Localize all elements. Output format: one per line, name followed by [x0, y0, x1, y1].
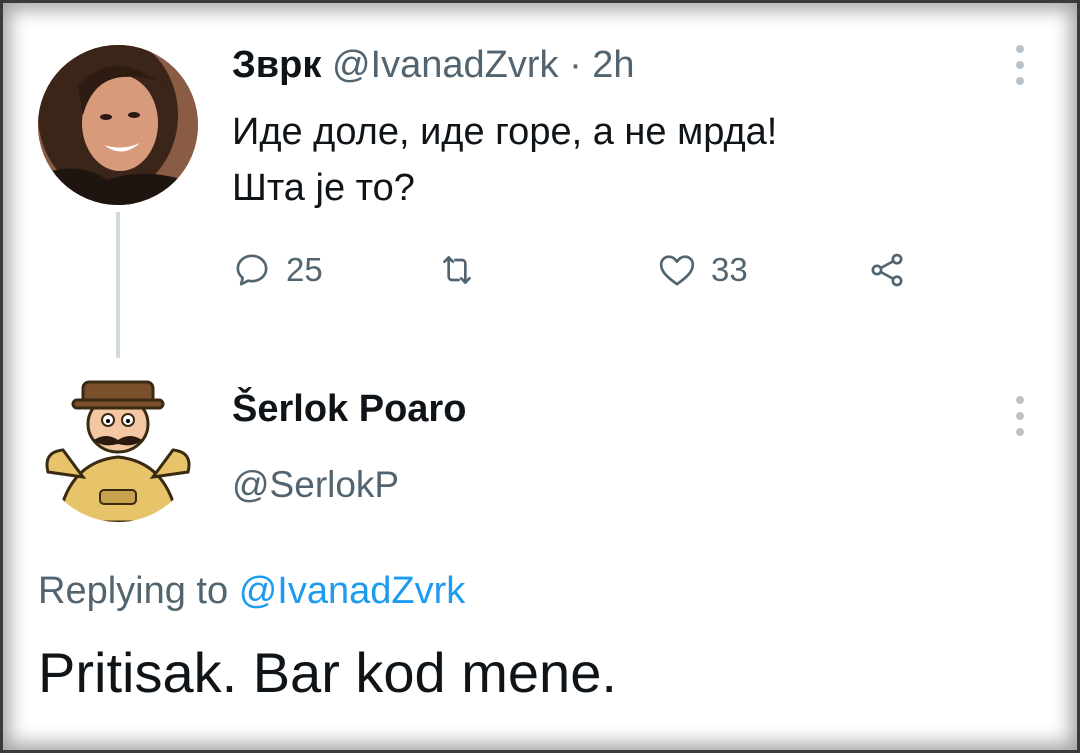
retweet-button[interactable]: [437, 250, 477, 290]
avatar-serlokp[interactable]: [38, 362, 198, 522]
more-vertical-icon[interactable]: [1016, 45, 1024, 93]
reply-author-name[interactable]: Šerlok Poaro: [232, 388, 466, 431]
heart-icon: [657, 250, 697, 290]
author-handle[interactable]: @IvanadZvrk: [332, 44, 559, 86]
reply-author-handle[interactable]: @SerlokP: [232, 464, 399, 506]
reply-text: Pritisak. Bar kod mene.: [38, 641, 617, 704]
reply-button[interactable]: 25: [232, 250, 323, 290]
like-button[interactable]: 33: [657, 250, 748, 290]
replying-to-line: Replying to @IvanadZvrk: [38, 570, 465, 613]
avatar-portrait-image: [38, 45, 198, 205]
replying-to-link[interactable]: @IvanadZvrk: [239, 570, 466, 612]
avatar-ivanadzvrk[interactable]: [38, 45, 198, 205]
like-count: 33: [711, 251, 748, 288]
replying-prefix: Replying to: [38, 570, 229, 612]
author-name[interactable]: Зврк: [232, 44, 321, 86]
tweet-header: Зврк @IvanadZvrk · 2h: [232, 42, 635, 88]
tweet-time[interactable]: 2h: [592, 44, 634, 86]
tweet-text: Иде доле, иде горе, а не мрда! Шта је то…: [232, 104, 777, 216]
retweet-icon: [437, 250, 477, 290]
more-vertical-icon[interactable]: [1016, 396, 1024, 444]
share-button[interactable]: [867, 250, 907, 290]
avatar-cartoon-image: [38, 362, 198, 522]
tweet-actions: 25 33: [232, 250, 932, 290]
speech-bubble-icon: [232, 250, 272, 290]
header-separator: ·: [569, 44, 582, 86]
thread-connector-line: [116, 212, 120, 358]
share-icon: [867, 250, 907, 290]
tweet-text-line-1: Иде доле, иде горе, а не мрда!: [232, 111, 778, 153]
tweet-text-line-2: Шта је то?: [232, 167, 415, 209]
reply-count: 25: [286, 251, 323, 288]
